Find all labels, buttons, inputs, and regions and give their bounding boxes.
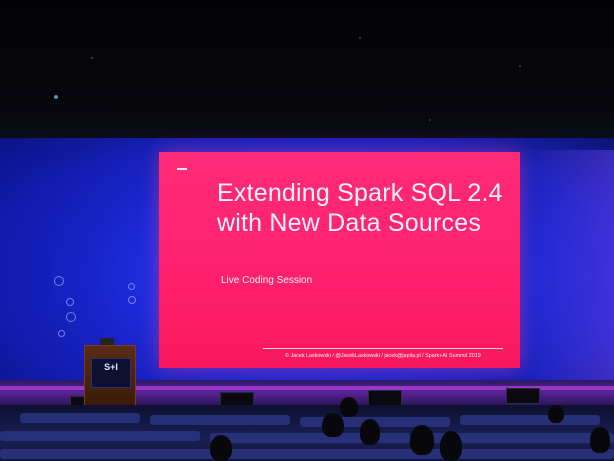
audience-head: [360, 419, 380, 445]
podium-screen: S+I: [91, 358, 131, 388]
stage-monitor: [506, 388, 540, 404]
seat-row: [20, 413, 140, 423]
seat-row: [150, 415, 290, 425]
conference-stage-photo: Extending Spark SQL 2.4 with New Data So…: [0, 0, 614, 461]
audience-head: [548, 405, 564, 423]
audience-head: [340, 397, 358, 417]
slide-accent-dash: [177, 168, 187, 170]
backdrop-ring: [66, 312, 76, 322]
dark-ceiling: [0, 0, 614, 140]
backdrop-shadow-left: [0, 140, 160, 390]
audience-area: [0, 397, 614, 461]
backdrop-ring: [54, 276, 64, 286]
ceiling-lights: [54, 37, 521, 121]
backdrop-ring: [128, 296, 136, 304]
projected-slide: Extending Spark SQL 2.4 with New Data So…: [159, 152, 520, 368]
audience-head: [590, 427, 610, 453]
seat-row: [0, 449, 614, 459]
audience-head: [410, 425, 434, 455]
backdrop-ring: [66, 298, 74, 306]
stage-monitor: [368, 390, 402, 406]
seat-row: [0, 431, 200, 441]
slide-subtitle: Live Coding Session: [221, 275, 313, 286]
podium: S+I: [84, 345, 136, 409]
audience-head: [322, 413, 344, 437]
seat-row: [460, 415, 600, 425]
slide-footer: © Jacek Laskowski / @JacekLaskowski / ja…: [285, 353, 481, 359]
podium-logo: S+I: [104, 362, 118, 372]
seat-row: [210, 433, 410, 443]
backdrop-ring: [128, 283, 135, 290]
slide-title: Extending Spark SQL 2.4 with New Data So…: [217, 179, 503, 237]
audience-head: [210, 435, 232, 461]
backdrop-glow-right: [520, 150, 614, 390]
audience-head: [440, 431, 462, 461]
slide-footer-rule: [263, 348, 503, 349]
backdrop-ring: [58, 330, 65, 337]
